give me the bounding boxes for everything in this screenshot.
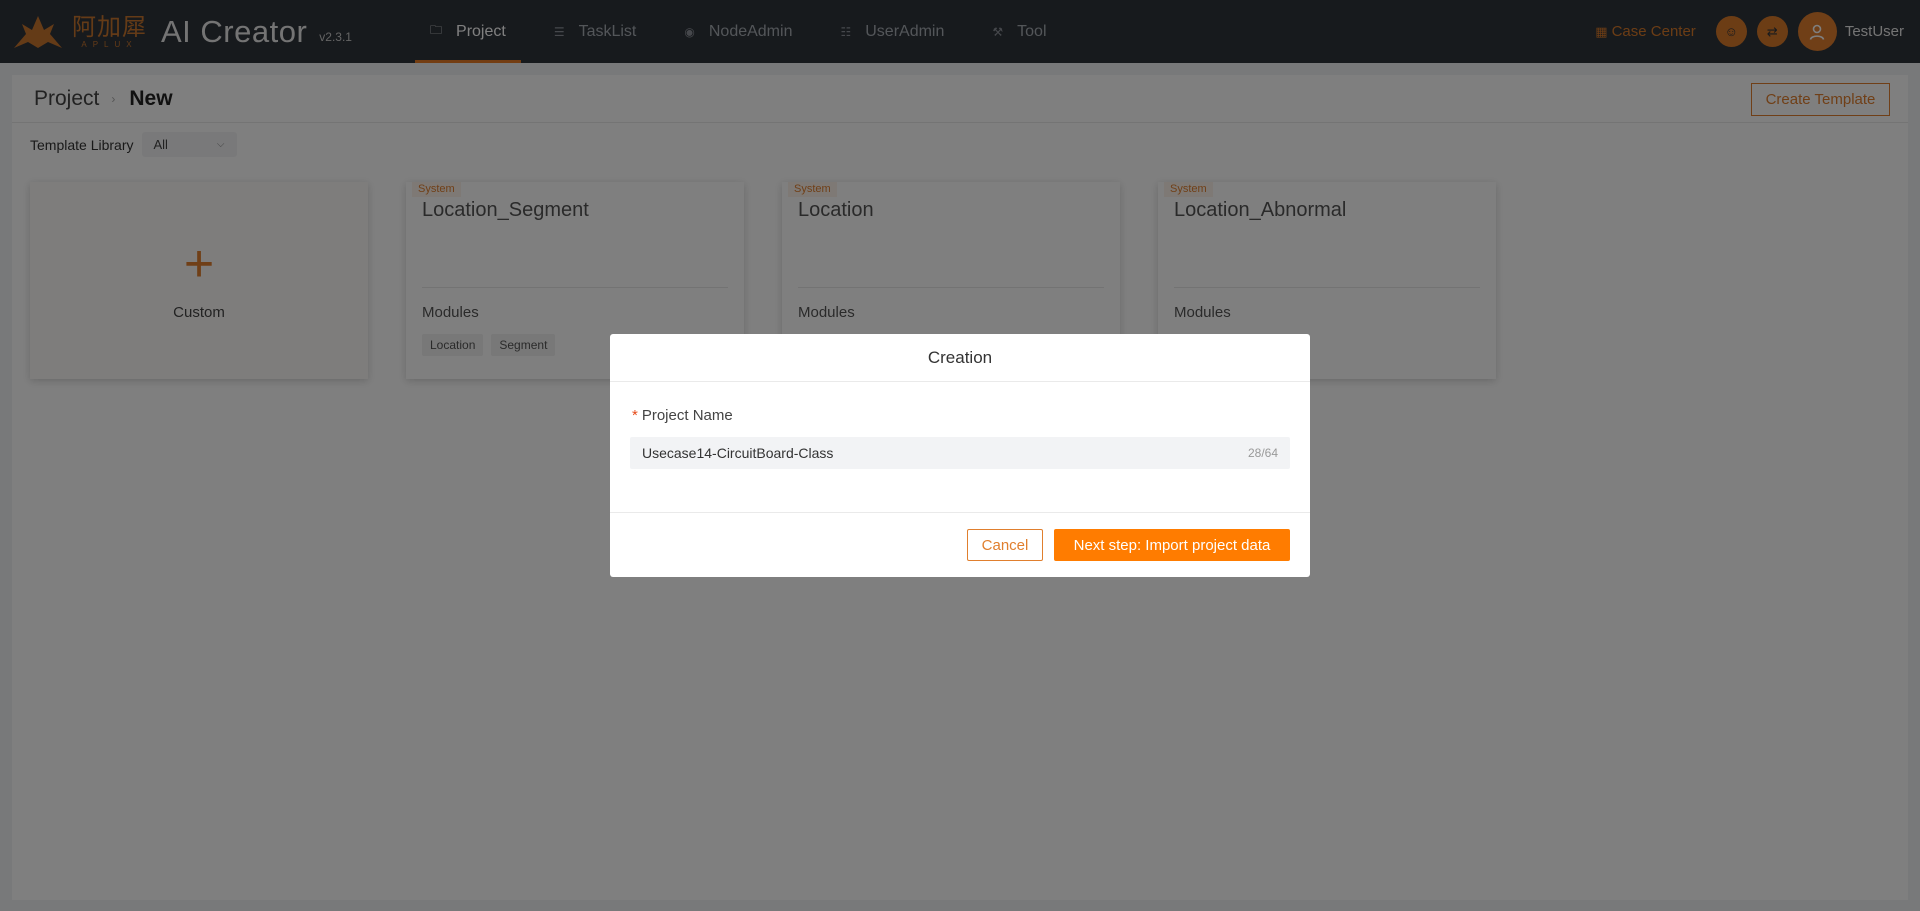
cancel-button[interactable]: Cancel (967, 529, 1043, 561)
project-name-label: * Project Name (632, 407, 733, 424)
dialog-footer: Cancel Next step: Import project data (610, 512, 1310, 577)
project-name-value[interactable]: Usecase14-CircuitBoard-Class (642, 445, 1248, 461)
creation-dialog: Creation * Project Name Usecase14-Circuit… (610, 334, 1310, 577)
character-counter: 28/64 (1247, 446, 1278, 460)
project-name-label-text: Project Name (641, 407, 733, 424)
next-step-button[interactable]: Next step: Import project data (1054, 529, 1290, 561)
project-name-input[interactable]: Usecase14-CircuitBoard-Class 28/64 (630, 437, 1290, 469)
dialog-title: Creation (610, 334, 1310, 382)
required-marker: * (632, 407, 638, 424)
